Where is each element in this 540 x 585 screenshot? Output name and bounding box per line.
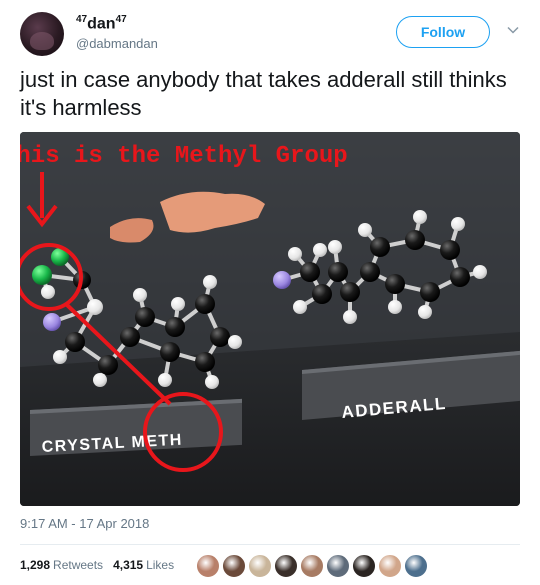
stats-divider bbox=[20, 544, 520, 545]
tweet-header: 47dan47 @dabmandan Follow bbox=[20, 10, 525, 60]
molecule-models-photo: CRYSTAL METH ADDERALL This is the Methyl… bbox=[20, 132, 520, 506]
likes-count: 4,315 bbox=[113, 558, 144, 572]
liker-avatar[interactable] bbox=[222, 554, 246, 578]
retweets-label: Retweets bbox=[53, 558, 104, 572]
liker-avatar[interactable] bbox=[248, 554, 272, 578]
display-name-text: dan bbox=[87, 15, 116, 33]
liker-avatar[interactable] bbox=[326, 554, 350, 578]
likes-stat[interactable]: 4,315 Likes bbox=[113, 558, 174, 572]
display-name-prefix: 47 bbox=[76, 14, 88, 25]
liker-avatar[interactable] bbox=[274, 554, 298, 578]
retweets-count: 1,298 bbox=[20, 558, 51, 572]
liker-avatar[interactable] bbox=[196, 554, 220, 578]
display-name[interactable]: 47dan47 bbox=[76, 14, 127, 33]
engagement-stats: 1,298 Retweets 4,315 Likes bbox=[20, 558, 184, 572]
liker-avatar[interactable] bbox=[404, 554, 428, 578]
avatar[interactable] bbox=[20, 12, 64, 56]
retweets-stat[interactable]: 1,298 Retweets bbox=[20, 558, 103, 572]
user-handle[interactable]: @dabmandan bbox=[76, 36, 158, 51]
follow-button[interactable]: Follow bbox=[396, 16, 490, 48]
tweet-media-photo[interactable]: CRYSTAL METH ADDERALL This is the Methyl… bbox=[20, 132, 520, 506]
tweet-text: just in case anybody that takes adderall… bbox=[20, 67, 507, 120]
liker-avatar[interactable] bbox=[352, 554, 376, 578]
liker-avatars bbox=[196, 554, 430, 578]
chevron-down-icon[interactable] bbox=[507, 24, 519, 36]
likes-label: Likes bbox=[146, 558, 175, 572]
display-name-suffix: 47 bbox=[115, 14, 127, 25]
methyl-group-caption: This is the Methyl Group bbox=[20, 143, 348, 170]
liker-avatar[interactable] bbox=[300, 554, 324, 578]
liker-avatar[interactable] bbox=[378, 554, 402, 578]
tweet-timestamp[interactable]: 9:17 AM - 17 Apr 2018 bbox=[20, 516, 149, 531]
